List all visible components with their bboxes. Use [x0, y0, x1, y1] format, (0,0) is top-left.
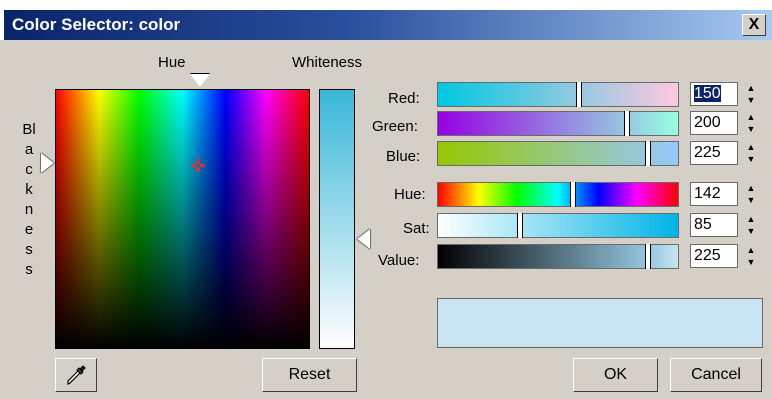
hue-label: Hue [158, 54, 186, 71]
blue-slider-thumb[interactable] [645, 141, 651, 166]
color-preview-swatch [437, 298, 763, 348]
sat-stepper[interactable]: ▲ ▼ [743, 213, 759, 237]
value-label: Value: [378, 252, 420, 269]
blue-label: Blue: [386, 148, 421, 165]
eyedropper-button[interactable] [55, 358, 97, 392]
hsv-hue-stepper[interactable]: ▲ ▼ [743, 182, 759, 206]
reset-button[interactable]: Reset [262, 358, 357, 392]
green-stepper[interactable]: ▲ ▼ [743, 111, 759, 135]
whiteness-bar[interactable] [319, 89, 355, 349]
sat-field[interactable]: 85 [690, 213, 738, 237]
ok-button[interactable]: OK [573, 358, 658, 392]
eyedropper-icon [67, 365, 86, 385]
close-button[interactable]: X [742, 14, 766, 36]
green-field[interactable]: 200 [690, 111, 738, 135]
blue-slider[interactable] [437, 141, 679, 166]
blue-stepper[interactable]: ▲ ▼ [743, 141, 759, 165]
whiteness-label: Whiteness [292, 54, 363, 71]
hue-marker[interactable] [190, 73, 210, 87]
cancel-button[interactable]: Cancel [670, 358, 762, 392]
value-stepper[interactable]: ▲ ▼ [743, 244, 759, 268]
reset-button-label: Reset [288, 366, 331, 383]
blackness-marker[interactable] [41, 153, 54, 173]
red-stepper[interactable]: ▲ ▼ [743, 82, 759, 106]
title-bar-fill: Color Selector: color X [4, 10, 772, 40]
crosshair-icon[interactable]: ✜ [189, 157, 207, 175]
title-bar: Color Selector: color X [0, 0, 772, 40]
red-field[interactable]: 150 [690, 82, 738, 106]
green-slider-thumb[interactable] [624, 111, 630, 136]
hsv-hue-label: Hue: [394, 186, 426, 203]
red-slider-thumb[interactable] [576, 82, 582, 107]
sat-label: Sat: [403, 220, 430, 237]
green-label: Green: [372, 118, 418, 135]
blue-field[interactable]: 225 [690, 141, 738, 165]
red-slider[interactable] [437, 82, 679, 107]
green-slider[interactable] [437, 111, 679, 136]
hsv-hue-slider-thumb[interactable] [570, 182, 576, 207]
sat-slider[interactable] [437, 213, 679, 238]
value-slider[interactable] [437, 244, 679, 269]
red-label: Red: [388, 90, 420, 107]
cancel-button-label: Cancel [691, 366, 741, 383]
window-title: Color Selector: color [12, 15, 181, 34]
hue-blackness-square[interactable] [55, 89, 310, 349]
hsv-hue-field[interactable]: 142 [690, 182, 738, 206]
sat-slider-thumb[interactable] [517, 213, 523, 238]
ok-button-label: OK [603, 366, 628, 383]
blackness-label: Blackness [22, 121, 36, 278]
hsv-hue-slider[interactable] [437, 182, 679, 207]
whiteness-marker[interactable] [357, 229, 370, 249]
value-slider-thumb[interactable] [645, 244, 651, 269]
value-field[interactable]: 225 [690, 244, 738, 268]
